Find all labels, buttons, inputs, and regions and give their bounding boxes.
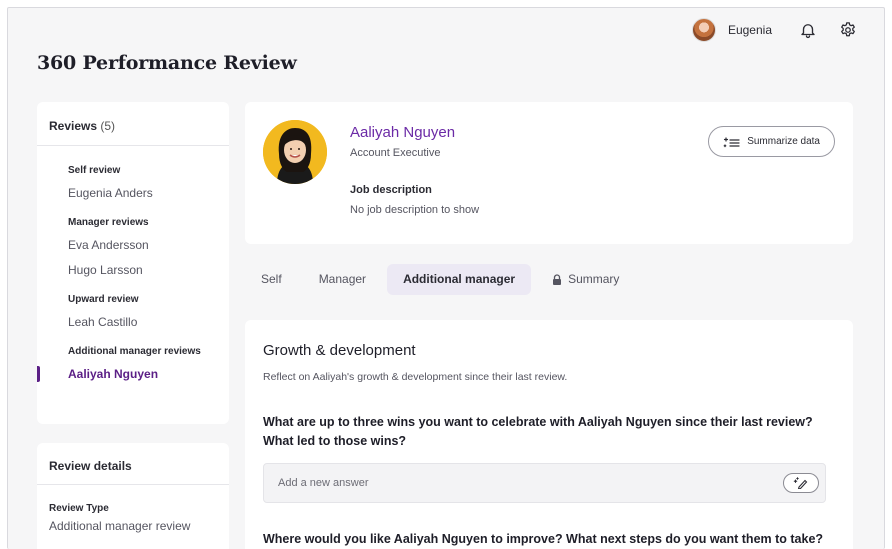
job-description-value: No job description to show xyxy=(350,204,480,216)
user-avatar[interactable] xyxy=(691,18,716,42)
answer-placeholder: Add a new answer xyxy=(278,477,369,489)
ai-pen-button[interactable] xyxy=(783,473,819,493)
top-bar: Eugenia xyxy=(691,18,858,42)
tab-summary[interactable]: Summary xyxy=(536,264,635,295)
review-type-label: Review Type xyxy=(49,503,109,514)
group-title-upward: Upward review xyxy=(68,294,139,305)
gear-icon[interactable] xyxy=(838,20,858,40)
app-window: Eugenia 360 Performance Review Reviews (… xyxy=(7,7,885,549)
profile-avatar xyxy=(263,120,327,184)
review-item-aaliyah[interactable]: Aaliyah Nguyen xyxy=(37,361,229,387)
reviews-count: (5) xyxy=(100,119,116,133)
sparkle-list-icon xyxy=(723,136,741,148)
reviews-header: Reviews (5) xyxy=(37,102,229,146)
profile-role: Account Executive xyxy=(350,147,441,159)
group-title-additional-manager: Additional manager reviews xyxy=(68,346,201,357)
profile-card: Aaliyah Nguyen Account Executive Job des… xyxy=(245,102,853,244)
review-item-eva[interactable]: Eva Andersson xyxy=(37,232,229,258)
review-details-title: Review details xyxy=(37,443,229,485)
review-list: Self review Eugenia Anders Manager revie… xyxy=(37,146,229,387)
review-item-leah[interactable]: Leah Castillo xyxy=(37,309,229,335)
review-details-panel: Review details Review Type Additional ma… xyxy=(37,443,229,549)
review-type-value: Additional manager review xyxy=(49,519,191,533)
job-description-label: Job description xyxy=(350,184,432,196)
summarize-data-label: Summarize data xyxy=(747,136,820,147)
tab-additional-manager[interactable]: Additional manager xyxy=(387,264,532,295)
page-title: 360 Performance Review xyxy=(37,52,297,74)
profile-name: Aaliyah Nguyen xyxy=(350,124,456,141)
summarize-data-button[interactable]: Summarize data xyxy=(708,126,835,157)
group-title-manager: Manager reviews xyxy=(68,217,149,228)
review-tabs: Self Manager Additional manager Summary xyxy=(245,264,635,295)
user-name[interactable]: Eugenia xyxy=(728,23,772,37)
question-wins: What are up to three wins you want to ce… xyxy=(263,415,813,448)
reviews-title: Reviews xyxy=(49,119,98,133)
review-item-eugenia[interactable]: Eugenia Anders xyxy=(37,180,229,206)
tab-self[interactable]: Self xyxy=(245,264,298,295)
tab-summary-label: Summary xyxy=(568,272,620,286)
section-title: Growth & development xyxy=(263,342,416,359)
question-panel: Growth & development Reflect on Aaliyah'… xyxy=(245,320,853,549)
group-title-self: Self review xyxy=(68,165,121,176)
lock-icon xyxy=(552,274,562,285)
bell-icon[interactable] xyxy=(798,20,818,40)
answer-input[interactable]: Add a new answer xyxy=(263,463,826,503)
tab-manager[interactable]: Manager xyxy=(303,264,382,295)
question-improve: Where would you like Aaliyah Nguyen to i… xyxy=(263,532,824,546)
review-item-hugo[interactable]: Hugo Larsson xyxy=(37,257,229,283)
reviews-panel: Reviews (5) Self review Eugenia Anders M… xyxy=(37,102,229,424)
section-subtitle: Reflect on Aaliyah's growth & developmen… xyxy=(263,371,568,383)
